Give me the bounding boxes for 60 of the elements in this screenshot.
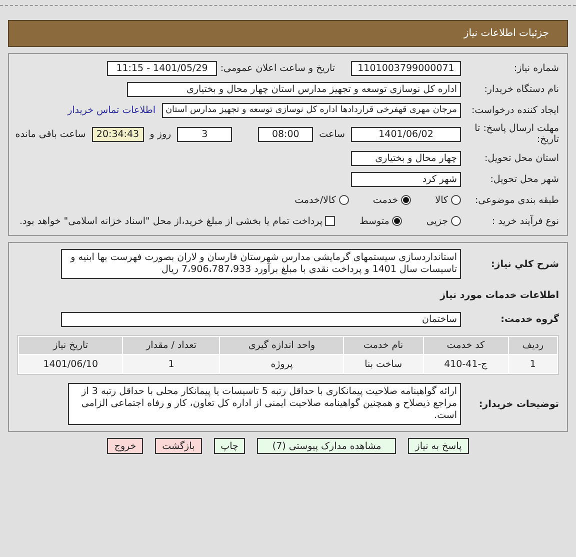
field-label: توضیحات خریدار:	[478, 398, 559, 410]
checkbox-label: پرداخت تمام یا بخشی از مبلغ خرید،از محل "اسناد خزانه اسلامی" خواهد بود.	[20, 216, 322, 226]
column-header: کد خدمت	[424, 337, 508, 354]
deadline-date-field: 1401/06/02	[351, 126, 461, 142]
need-number-field: 1101003799000071	[351, 60, 461, 76]
service-group-field: ساختمان	[61, 312, 461, 326]
radio-button[interactable]	[392, 216, 402, 226]
field-label: شماره نیاز:	[512, 62, 559, 74]
action-button[interactable]: خروج	[107, 438, 144, 454]
field-label: تاریخ و ساعت اعلان عمومی:	[223, 62, 335, 74]
radio-label: کالا/خدمت	[294, 194, 336, 206]
field-label: نوع فرآیند خرید :	[490, 216, 559, 226]
field-label: ساعت	[319, 128, 345, 140]
action-button[interactable]: چاپ	[214, 438, 246, 454]
announce-date-field: 1401/05/29 - 11:15	[107, 60, 217, 76]
column-header: نام خدمت	[344, 337, 423, 354]
column-header: ردیف	[508, 337, 557, 354]
deadline-time-field: 08:00	[258, 126, 314, 142]
field-label: شهر محل تحویل:	[489, 174, 559, 184]
buyer-contact-link[interactable]: اطلاعات تماس خریدار	[68, 104, 156, 116]
field-label: ایجاد کننده درخواست:	[470, 104, 559, 116]
table-cell: ج-41-410	[424, 355, 508, 373]
field-label: گروه خدمت:	[500, 314, 559, 324]
action-button[interactable]: مشاهده مدارک پیوستی (7)	[257, 438, 396, 454]
remaining-time-field: 20:34:43	[92, 126, 144, 142]
action-button[interactable]: بازگشت	[155, 438, 202, 454]
section-title: اطلاعات خدمات مورد نیاز	[438, 290, 559, 300]
field-label: طبقه بندی موضوعی:	[474, 194, 559, 206]
radio-button[interactable]	[401, 195, 412, 205]
radio-label: خدمت	[372, 194, 398, 206]
radio-label: جزیی	[426, 216, 448, 226]
page-header: جزئیات اطلاعات نیاز	[8, 20, 568, 47]
radio-button[interactable]	[451, 216, 461, 226]
column-header: تاریخ نیاز	[19, 337, 122, 354]
field-label: ساعت باقی مانده	[15, 128, 86, 140]
field-label: نام دستگاه خریدار:	[483, 84, 559, 94]
radio-button[interactable]	[338, 195, 349, 205]
creator-field: مرجان مهری قهفرخی قراردادها اداره کل نوسازی توسعه و تجهیز مدارس استان	[162, 102, 461, 118]
radio-label: متوسط	[359, 216, 390, 226]
field-label: مهلت ارسال پاسخ: تا تاریخ:	[474, 123, 559, 145]
table-cell: ساخت بنا	[344, 355, 423, 373]
buyer-field: اداره کل نوسازی توسعه و تجهیز مدارس استان چهار محال و بختیاری	[127, 82, 461, 96]
action-button[interactable]: پاسخ به نیاز	[408, 438, 469, 454]
radio-label: کالا	[435, 194, 448, 206]
field-label: شرح کلي نياز:	[490, 258, 559, 270]
days-field: 3	[177, 126, 232, 142]
field-label: روز و	[150, 128, 172, 140]
table-cell: 1401/06/10	[19, 355, 122, 373]
city-field: شهر کرد	[351, 172, 461, 186]
description-field: استانداردسازی سیستمهای گرمایشی مدارس شهرستان فارسان و لاران بصورت فهرست بها ابنیه و تاسیسات سال 1401 و پرداخت نقدی با مبلغ برآورد 7،906،787،933 ریال	[61, 249, 461, 279]
checkbox[interactable]	[325, 216, 336, 226]
column-header: واحد اندازه گیری	[220, 337, 344, 354]
table-cell: 1	[508, 355, 557, 373]
field-label: استان محل تحویل:	[483, 152, 559, 164]
table-cell: 1	[123, 355, 220, 373]
column-header: تعداد / مقدار	[123, 337, 220, 354]
province-field: چهار محال و بختیاری	[351, 150, 461, 166]
table-cell: پروژه	[220, 355, 344, 373]
radio-button[interactable]	[451, 195, 461, 205]
buyer-notes-field: ارائه گواهینامه صلاحیت پیمانکاری با حداقل رتبه 5 تاسیسات یا پیمانکار محلی با حداقل رتبه 3 از مراجع ذیصلاح و همچنین گواهینامه صلاحیت ایمنی از اداره کل تعاون، کار و رفاه اجتماعی الزامی است.	[68, 383, 461, 425]
